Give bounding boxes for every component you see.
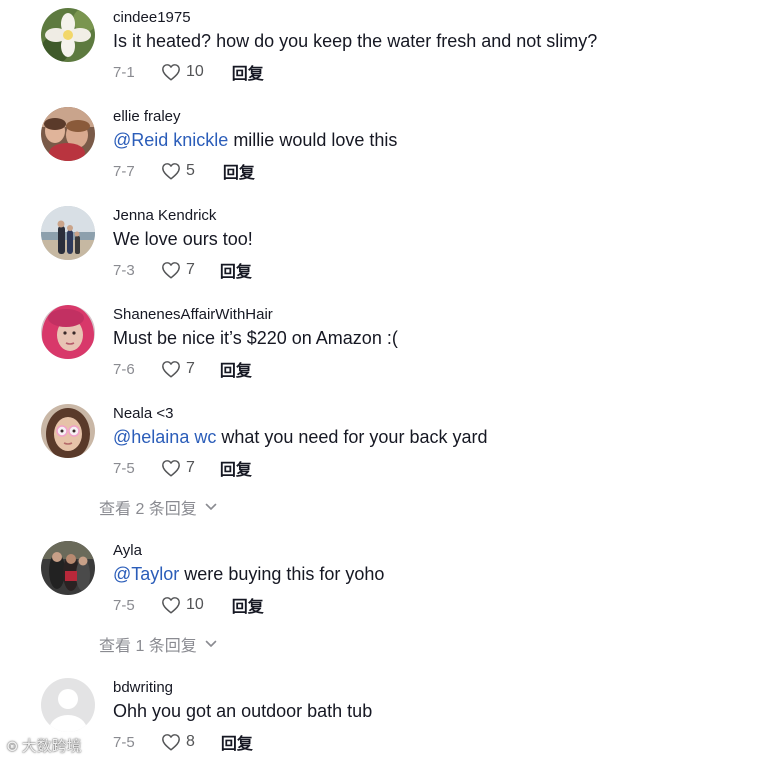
comment-text: @Taylor were buying this for yoho — [113, 562, 384, 586]
chevron-down-icon — [197, 640, 217, 648]
comment-date: 7-3 — [113, 261, 135, 279]
heart-icon — [161, 459, 181, 477]
like-count: 10 — [186, 63, 204, 80]
like-button[interactable]: 7 — [161, 360, 195, 378]
comment-username[interactable]: Jenna Kendrick — [113, 207, 216, 225]
view-replies-button[interactable]: 查看 1 条回复 — [99, 632, 217, 656]
comment-date: 7-5 — [113, 459, 135, 477]
like-button[interactable]: 7 — [161, 459, 195, 477]
heart-icon — [161, 63, 181, 81]
view-replies-label: 查看 2 条回复 — [99, 501, 197, 518]
avatar[interactable] — [41, 107, 95, 161]
watermark: ⊙ 大数跨境 — [6, 735, 82, 756]
comment-text: @helaina wc what you need for your back … — [113, 425, 487, 449]
view-replies-button[interactable]: 查看 2 条回复 — [99, 495, 217, 519]
comment-mention[interactable]: @helaina wc — [113, 427, 216, 447]
comment-text: Ohh you got an outdoor bath tub — [113, 699, 372, 723]
comment-username[interactable]: cindee1975 — [113, 9, 191, 27]
comment-body: We love ours too! — [113, 229, 253, 249]
comment-username[interactable]: Ayla — [113, 542, 142, 560]
comment-mention[interactable]: @Reid knickle — [113, 130, 228, 150]
comment-meta: 7-5 10 回复 — [113, 593, 264, 617]
like-count: 10 — [186, 596, 204, 613]
heart-icon — [161, 162, 181, 180]
comment-text: Is it heated? how do you keep the water … — [113, 29, 597, 53]
comment-text: @Reid knickle millie would love this — [113, 128, 397, 152]
comment-username[interactable]: ellie fraley — [113, 108, 181, 126]
comment-item: Neala <3 @helaina wc what you need for y… — [0, 396, 771, 486]
reply-button[interactable]: 回复 — [220, 357, 252, 381]
comment-meta: 7-1 10 回复 — [113, 60, 264, 84]
view-replies-label: 查看 1 条回复 — [99, 638, 197, 655]
like-count: 7 — [186, 360, 195, 377]
heart-icon — [161, 360, 181, 378]
watermark-logo-icon: ⊙ — [6, 738, 19, 755]
comment-mention[interactable]: @Taylor — [113, 564, 179, 584]
comment-username[interactable]: Neala <3 — [113, 405, 173, 423]
like-button[interactable]: 7 — [161, 261, 195, 279]
comment-body: what you need for your back yard — [216, 427, 488, 447]
reply-button[interactable]: 回复 — [223, 159, 255, 183]
watermark-text: 大数跨境 — [21, 738, 82, 755]
comment-date: 7-7 — [113, 162, 135, 180]
comment-body: Is it heated? how do you keep the water … — [113, 31, 598, 51]
comment-item: ellie fraley @Reid knickle millie would … — [0, 99, 771, 189]
comment-date: 7-5 — [113, 596, 135, 614]
comment-body: were buying this for yoho — [179, 564, 385, 584]
comment-meta: 7-5 8 回复 — [113, 730, 253, 754]
avatar[interactable] — [41, 541, 95, 595]
comment-item: ShanenesAffairWithHair Must be nice it’s… — [0, 297, 771, 387]
heart-icon — [161, 261, 181, 279]
avatar[interactable] — [41, 678, 95, 732]
comment-body: Must be nice it’s $220 on Amazon :( — [113, 328, 398, 348]
reply-button[interactable]: 回复 — [232, 593, 264, 617]
comment-item: Jenna Kendrick We love ours too! 7-3 7 回… — [0, 198, 771, 288]
avatar[interactable] — [41, 8, 95, 62]
like-button[interactable]: 5 — [161, 162, 195, 180]
reply-button[interactable]: 回复 — [232, 60, 264, 84]
comment-date: 7-1 — [113, 63, 135, 81]
comment-text: Must be nice it’s $220 on Amazon :( — [113, 326, 398, 350]
comment-meta: 7-7 5 回复 — [113, 159, 255, 183]
comment-text: We love ours too! — [113, 227, 253, 251]
comment-date: 7-5 — [113, 733, 135, 751]
comment-username[interactable]: bdwriting — [113, 679, 173, 697]
reply-button[interactable]: 回复 — [220, 258, 252, 282]
comment-username[interactable]: ShanenesAffairWithHair — [113, 306, 273, 324]
reply-button[interactable]: 回复 — [220, 456, 252, 480]
comment-meta: 7-5 7 回复 — [113, 456, 252, 480]
like-count: 5 — [186, 162, 195, 179]
comment-body: Ohh you got an outdoor bath tub — [113, 701, 373, 721]
avatar[interactable] — [41, 404, 95, 458]
chevron-down-icon — [197, 503, 217, 511]
avatar[interactable] — [41, 206, 95, 260]
like-count: 7 — [186, 261, 195, 278]
comment-item: bdwriting Ohh you got an outdoor bath tu… — [0, 670, 771, 760]
comment-meta: 7-3 7 回复 — [113, 258, 252, 282]
comment-item: Ayla @Taylor were buying this for yoho 7… — [0, 533, 771, 623]
heart-icon — [161, 733, 181, 751]
like-button[interactable]: 8 — [161, 733, 195, 751]
comment-body: millie would love this — [228, 130, 398, 150]
like-button[interactable]: 10 — [161, 596, 204, 614]
heart-icon — [161, 596, 181, 614]
comment-item: cindee1975 Is it heated? how do you keep… — [0, 0, 771, 90]
like-count: 7 — [186, 459, 195, 476]
reply-button[interactable]: 回复 — [221, 730, 253, 754]
comment-meta: 7-6 7 回复 — [113, 357, 252, 381]
like-count: 8 — [186, 733, 195, 750]
like-button[interactable]: 10 — [161, 63, 204, 81]
avatar[interactable] — [41, 305, 95, 359]
comment-date: 7-6 — [113, 360, 135, 378]
